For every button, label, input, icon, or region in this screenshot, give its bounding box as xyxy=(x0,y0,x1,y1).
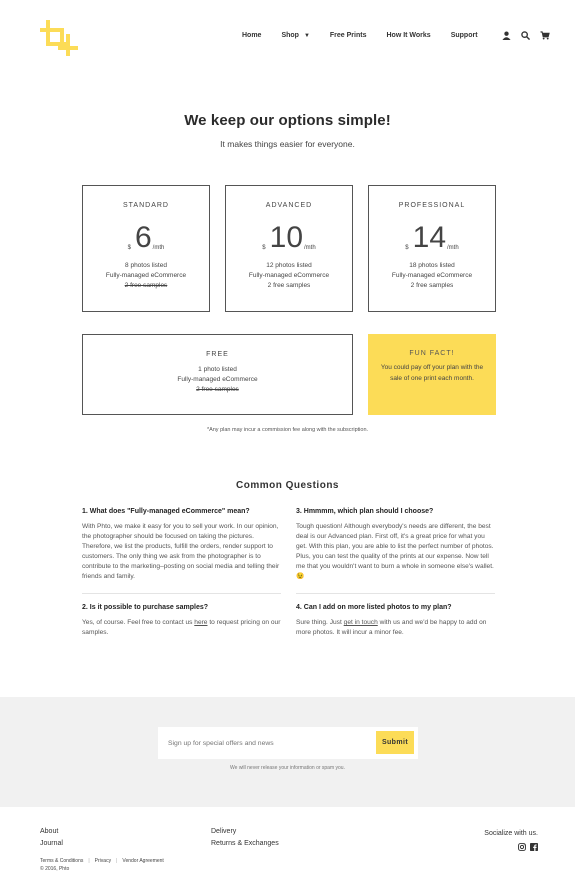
footer-link-returns[interactable]: Returns & Exchanges xyxy=(211,838,279,850)
nav-support[interactable]: Support xyxy=(451,32,478,39)
plan-name: FREE xyxy=(206,351,229,358)
footer-link-delivery[interactable]: Delivery xyxy=(211,826,279,838)
terms-link[interactable]: Terms & Conditions xyxy=(40,858,83,864)
plan-card-free[interactable]: FREE 1 photo listed Fully-managed eComme… xyxy=(82,334,353,415)
nav-free-prints[interactable]: Free Prints xyxy=(330,32,367,39)
price-amount: 14 xyxy=(412,221,447,254)
divider xyxy=(82,593,281,594)
footer-link-about[interactable]: About xyxy=(40,826,63,838)
newsletter-form: Submit xyxy=(158,727,418,759)
footer-link-journal[interactable]: Journal xyxy=(40,838,63,850)
faq-item: 4. Can I add on more listed photos to my… xyxy=(296,604,496,638)
price-period: /mth xyxy=(447,245,459,251)
crop-plus-icon xyxy=(40,20,78,56)
plan-feature: 8 photos listed xyxy=(125,262,167,269)
plan-feature: Fully-managed eCommerce xyxy=(248,272,330,279)
price-period: /mth xyxy=(304,245,316,251)
facebook-icon[interactable] xyxy=(530,843,538,851)
divider xyxy=(296,593,495,594)
search-icon[interactable] xyxy=(520,31,530,40)
plan-feature-unavailable: 2 free samples xyxy=(196,386,239,393)
faq-item: 3. Hmmmm, which plan should I choose? To… xyxy=(296,508,496,582)
fun-fact-card: FUN FACT! You could pay off your plan wi… xyxy=(368,334,496,415)
faq-answer: Tough question! Although everybody's nee… xyxy=(296,523,494,580)
faq-question: 1. What does "Fully-managed eCommerce" m… xyxy=(82,508,250,515)
plan-card-advanced[interactable]: ADVANCED $ 10 /mth 12 photos listed Full… xyxy=(225,185,353,312)
plan-price: $ 6 /mth xyxy=(83,223,209,253)
separator: | xyxy=(116,858,118,864)
nav-how-it-works[interactable]: How It Works xyxy=(386,32,430,39)
plan-price: $ 10 /mth xyxy=(226,223,352,253)
price-amount: 6 xyxy=(134,221,152,254)
instagram-icon[interactable] xyxy=(518,843,526,851)
chevron-down-icon: ▼ xyxy=(303,32,310,39)
plan-name: PROFESSIONAL xyxy=(398,202,466,209)
faq-answer: Sure thing. Just get in touch with us an… xyxy=(296,618,496,638)
footer-links-col2: Delivery Returns & Exchanges xyxy=(211,826,279,850)
faq-title: Common Questions xyxy=(235,480,339,491)
user-icon[interactable] xyxy=(501,31,511,40)
plan-feature: 1 photo listed xyxy=(198,366,237,373)
plan-feature: 18 photos listed xyxy=(409,262,455,269)
currency: $ xyxy=(262,245,266,251)
currency: $ xyxy=(405,245,409,251)
nav-home[interactable]: Home xyxy=(242,32,261,39)
newsletter-submit-button[interactable]: Submit xyxy=(376,731,414,754)
fun-fact-body: You could pay off your plan with the sal… xyxy=(380,364,484,382)
nav-shop[interactable]: Shop ▼ xyxy=(281,32,309,39)
plan-name: STANDARD xyxy=(123,202,169,209)
faq-item: 2. Is it possible to purchase samples? Y… xyxy=(82,604,282,638)
main-nav: Home Shop ▼ Free Prints How It Works Sup… xyxy=(242,31,550,40)
vendor-agreement-link[interactable]: Vendor Agreement xyxy=(122,858,163,864)
faq-question: 4. Can I add on more listed photos to my… xyxy=(296,604,452,611)
faq-answer-text: Sure thing. Just xyxy=(296,619,344,626)
privacy-link[interactable]: Privacy xyxy=(95,858,111,864)
contact-link[interactable]: here xyxy=(194,619,207,626)
faq-answer: Yes, of course. Feel free to contact us … xyxy=(82,618,282,638)
price-amount: 10 xyxy=(269,221,304,254)
copyright: © 2016, Phto xyxy=(40,866,70,872)
plan-card-standard[interactable]: STANDARD $ 6 /mth 8 photos listed Fully-… xyxy=(82,185,210,312)
newsletter-privacy-note: We will never release your information o… xyxy=(230,765,345,771)
legal-links: Terms & Conditions | Privacy | Vendor Ag… xyxy=(40,858,164,864)
nav-icons xyxy=(492,31,550,40)
logo[interactable] xyxy=(40,20,80,58)
plan-feature: Fully-managed eCommerce xyxy=(105,272,187,279)
social-icons xyxy=(514,843,538,851)
plan-name: ADVANCED xyxy=(265,202,313,209)
faq-question: 2. Is it possible to purchase samples? xyxy=(82,604,209,611)
plan-price: $ 14 /mth xyxy=(369,223,495,253)
faq-answer: With Phto, we make it easy for you to se… xyxy=(82,523,280,580)
price-period: /mth xyxy=(152,245,165,251)
fun-fact-title: FUN FACT! xyxy=(409,350,455,357)
currency: $ xyxy=(127,245,131,251)
social-label: Socialize with us. xyxy=(484,830,538,837)
pricing-footnote: *Any plan may incur a commission fee alo… xyxy=(206,427,369,433)
faq-answer-text: Yes, of course. Feel free to contact us xyxy=(82,619,195,626)
nav-shop-label: Shop xyxy=(281,32,299,39)
faq-question: 3. Hmmmm, which plan should I choose? xyxy=(296,508,434,515)
page-title: We keep our options simple! xyxy=(184,112,391,129)
plan-feature: 12 photos listed xyxy=(266,262,312,269)
plan-feature-unavailable: 2 free samples xyxy=(124,282,168,289)
page-subtitle: It makes things easier for everyone. xyxy=(220,139,355,149)
plan-feature: Fully-managed eCommerce xyxy=(391,272,473,279)
separator: | xyxy=(88,858,90,864)
get-in-touch-link[interactable]: get in touch xyxy=(344,619,378,626)
faq-item: 1. What does "Fully-managed eCommerce" m… xyxy=(82,508,282,582)
plan-feature: 2 free samples xyxy=(410,282,454,289)
plan-card-professional[interactable]: PROFESSIONAL $ 14 /mth 18 photos listed … xyxy=(368,185,496,312)
cart-icon[interactable] xyxy=(540,31,550,40)
newsletter-email-input[interactable] xyxy=(168,727,368,759)
plan-feature: Fully-managed eCommerce xyxy=(177,376,258,383)
plan-feature: 2 free samples xyxy=(267,282,311,289)
footer-links-col1: About Journal xyxy=(40,826,63,850)
